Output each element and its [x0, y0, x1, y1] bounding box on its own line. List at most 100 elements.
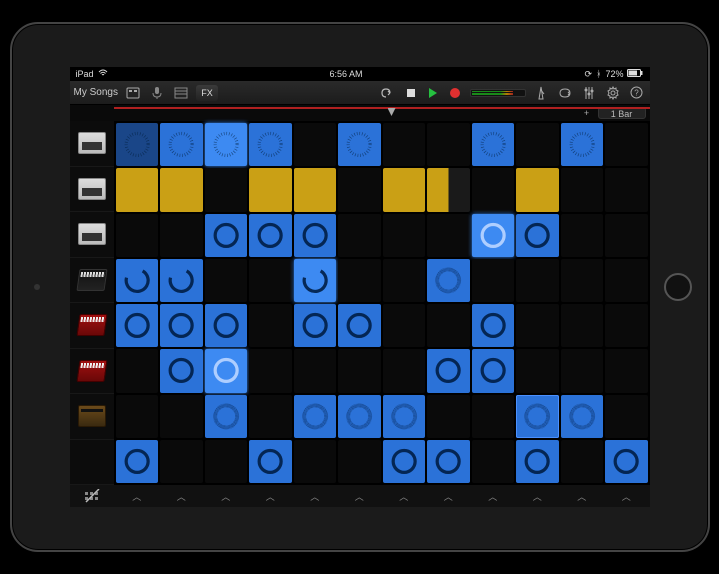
loop-cell[interactable]: [561, 395, 604, 438]
loop-cell[interactable]: [338, 349, 381, 392]
column-trigger[interactable]: ︿: [338, 490, 381, 503]
loop-cell[interactable]: [249, 123, 292, 166]
loop-cell[interactable]: [472, 123, 515, 166]
column-trigger[interactable]: ︿: [249, 490, 292, 503]
fx-button[interactable]: FX: [196, 85, 218, 101]
loop-cell[interactable]: [249, 259, 292, 302]
column-trigger[interactable]: ︿: [205, 490, 248, 503]
loop-cell[interactable]: [338, 123, 381, 166]
loop-cell[interactable]: [160, 395, 203, 438]
loop-cell[interactable]: [383, 123, 426, 166]
track-header[interactable]: [70, 303, 114, 349]
column-trigger[interactable]: ︿: [561, 490, 604, 503]
loop-cell[interactable]: [605, 349, 648, 392]
loop-cell[interactable]: [605, 304, 648, 347]
column-trigger[interactable]: ︿: [605, 490, 648, 503]
loop-cell[interactable]: [561, 349, 604, 392]
loop-cell[interactable]: [516, 440, 559, 483]
back-button[interactable]: My Songs: [74, 87, 118, 98]
metronome-icon[interactable]: [532, 85, 550, 101]
loop-cell[interactable]: [516, 259, 559, 302]
loop-cell[interactable]: [294, 168, 337, 211]
settings-icon[interactable]: [604, 85, 622, 101]
loop-cell[interactable]: [427, 304, 470, 347]
help-icon[interactable]: ?: [628, 85, 646, 101]
loop-cell[interactable]: [205, 168, 248, 211]
column-trigger[interactable]: ︿: [472, 490, 515, 503]
loop-cell[interactable]: [605, 440, 648, 483]
master-volume-meter[interactable]: [470, 89, 526, 97]
loop-icon[interactable]: [556, 85, 574, 101]
add-section-button[interactable]: +: [580, 108, 594, 118]
loop-cell[interactable]: [205, 123, 248, 166]
track-header[interactable]: [70, 440, 114, 486]
loop-cell[interactable]: [427, 123, 470, 166]
loop-cell[interactable]: [205, 259, 248, 302]
column-trigger[interactable]: ︿: [116, 490, 159, 503]
loop-cell[interactable]: [516, 123, 559, 166]
loop-cell[interactable]: [249, 349, 292, 392]
loop-cell[interactable]: [160, 440, 203, 483]
loop-cell[interactable]: [605, 123, 648, 166]
tracks-icon[interactable]: [172, 85, 190, 101]
track-header[interactable]: [70, 258, 114, 304]
loop-cell[interactable]: [205, 395, 248, 438]
loop-cell[interactable]: [472, 440, 515, 483]
loop-cell[interactable]: [338, 168, 381, 211]
mic-icon[interactable]: [148, 85, 166, 101]
loop-cell[interactable]: [160, 168, 203, 211]
loop-cell[interactable]: [338, 440, 381, 483]
loop-cell[interactable]: [294, 395, 337, 438]
undo-button[interactable]: [378, 85, 396, 101]
record-button[interactable]: [446, 85, 464, 101]
loop-cell[interactable]: [561, 123, 604, 166]
track-header[interactable]: [70, 121, 114, 167]
loop-cell[interactable]: [605, 168, 648, 211]
ipad-home-button[interactable]: [664, 273, 692, 301]
loop-cell[interactable]: [338, 214, 381, 257]
track-header[interactable]: [70, 167, 114, 213]
loop-cell[interactable]: [160, 349, 203, 392]
loop-cell[interactable]: [294, 214, 337, 257]
loop-cell[interactable]: [294, 440, 337, 483]
loop-cell[interactable]: [205, 349, 248, 392]
loop-cell[interactable]: [383, 440, 426, 483]
loop-cell[interactable]: [561, 259, 604, 302]
loop-cell[interactable]: [427, 349, 470, 392]
loop-cell[interactable]: [294, 349, 337, 392]
loop-cell[interactable]: [605, 259, 648, 302]
loop-cell[interactable]: [116, 304, 159, 347]
stop-button[interactable]: [402, 85, 420, 101]
loop-cell[interactable]: [294, 304, 337, 347]
loop-cell[interactable]: [116, 440, 159, 483]
loop-cell[interactable]: [116, 123, 159, 166]
loop-cell[interactable]: [561, 214, 604, 257]
loop-cell[interactable]: [116, 349, 159, 392]
loop-cell[interactable]: [472, 214, 515, 257]
playhead-marker[interactable]: [388, 108, 396, 116]
loop-cell[interactable]: [383, 259, 426, 302]
loop-cell[interactable]: [561, 304, 604, 347]
mixer-icon[interactable]: [580, 85, 598, 101]
loop-cell[interactable]: [338, 259, 381, 302]
loop-cell[interactable]: [205, 304, 248, 347]
loop-cell[interactable]: [116, 214, 159, 257]
loop-cell[interactable]: [249, 214, 292, 257]
loop-cell[interactable]: [427, 259, 470, 302]
grid-edit-icon[interactable]: [70, 489, 114, 503]
loop-cell[interactable]: [605, 214, 648, 257]
loop-cell[interactable]: [116, 395, 159, 438]
loop-cell[interactable]: [383, 304, 426, 347]
column-trigger[interactable]: ︿: [383, 490, 426, 503]
loop-cell[interactable]: [338, 395, 381, 438]
loop-cell[interactable]: [427, 395, 470, 438]
loop-cell[interactable]: [205, 440, 248, 483]
loop-cell[interactable]: [472, 168, 515, 211]
loop-cell[interactable]: [249, 304, 292, 347]
loop-cell[interactable]: [516, 395, 559, 438]
loop-cell[interactable]: [205, 214, 248, 257]
play-button[interactable]: [424, 85, 442, 101]
loop-cell[interactable]: [160, 259, 203, 302]
loop-cell[interactable]: [561, 440, 604, 483]
loop-cell[interactable]: [383, 214, 426, 257]
